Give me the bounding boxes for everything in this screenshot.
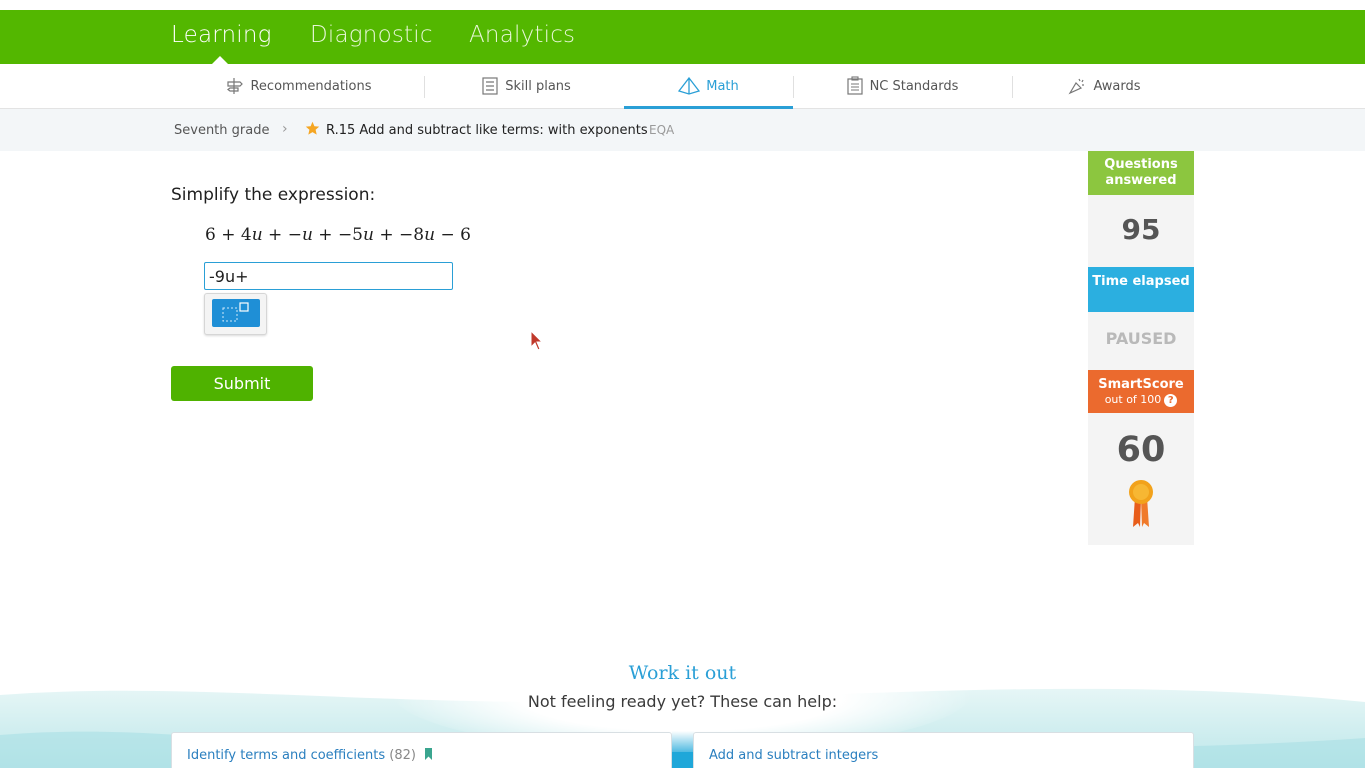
time-elapsed-header: Time elapsed [1088,267,1194,312]
help-card-label: Identify terms and coefficients [187,748,386,763]
breadcrumb-grade[interactable]: Seventh grade [174,123,269,138]
questions-answered-header: Questions answered [1088,151,1194,195]
smartscore-sub-text: out of 100 [1104,393,1162,406]
subnav-label: NC Standards [869,78,959,94]
smartscore-subtitle: out of 100? [1088,393,1194,407]
tab-analytics[interactable]: Analytics [469,22,575,48]
help-icon[interactable]: ? [1164,393,1178,407]
smartscore-header: SmartScore out of 100? [1088,370,1194,413]
top-strip [0,0,1365,10]
breadcrumb-skill: R.15 Add and subtract like terms: with e… [326,123,648,138]
help-card-count: (82) [389,748,416,763]
answer-input[interactable] [204,262,453,290]
subnav-divider [424,76,425,98]
top-nav: Learning Diagnostic Analytics [0,10,1365,64]
subnav-label: Awards [1093,78,1141,94]
recommendations-icon [227,78,244,94]
awards-icon [1068,78,1085,95]
time-elapsed-value[interactable]: PAUSED [1088,329,1194,348]
award-ribbon-icon [1129,480,1153,527]
tab-diagnostic[interactable]: Diagnostic [310,22,433,48]
subnav-skill-plans[interactable]: Skill plans [436,64,616,108]
help-card: Add and subtract integers [693,732,1194,768]
smartscore-label: SmartScore [1098,377,1184,392]
question-prompt: Simplify the expression: [171,185,376,205]
skill-plans-icon [482,77,498,95]
mouse-cursor-icon [530,330,544,351]
questions-answered-value: 95 [1121,213,1161,246]
active-tab-caret [212,56,228,64]
subnav-divider [793,76,794,98]
subnav-divider [1012,76,1013,98]
smartscore-value: 60 [1116,430,1166,470]
page: Learning Diagnostic Analytics Recommenda… [0,0,1365,768]
sub-nav: Recommendations Skill plans Math NC Stan… [0,64,1365,109]
breadcrumb: Seventh grade › R.15 Add and subtract li… [0,109,1365,151]
work-it-out-title: Work it out [628,662,737,684]
help-card-link[interactable]: Add and subtract integers [709,748,878,763]
exponent-template-icon [212,299,260,327]
help-card: Identify terms and coefficients (82) [171,732,672,768]
chevron-right-icon: › [282,121,288,137]
subnav-recommendations[interactable]: Recommendations [196,64,400,108]
standards-icon [846,76,863,95]
subnav-label: Math [706,78,739,94]
score-sidebar: Questions answered 95 Time elapsed PAUSE… [1088,151,1194,545]
submit-button[interactable]: Submit [171,366,313,401]
subnav-label: Recommendations [250,78,372,94]
subnav-nc-standards[interactable]: NC Standards [802,64,1002,108]
subnav-label: Skill plans [505,78,571,94]
subnav-math[interactable]: Math [624,64,793,109]
subnav-awards[interactable]: Awards [1024,64,1184,108]
star-icon [305,121,320,135]
skill-code: EQA [649,123,675,137]
math-expression: 6 + 4u + −u + −5u + −8u − 6 [205,225,471,245]
math-pyramid-icon [678,77,701,95]
help-card-link[interactable]: Identify terms and coefficients (82) [187,748,433,763]
bookmark-icon [425,748,433,760]
work-it-out-subtitle: Not feeling ready yet? These can help: [527,692,838,711]
help-section: Work it out Not feeling ready yet? These… [0,640,1365,768]
math-keypad-button[interactable] [204,293,267,335]
tab-learning[interactable]: Learning [171,22,272,48]
